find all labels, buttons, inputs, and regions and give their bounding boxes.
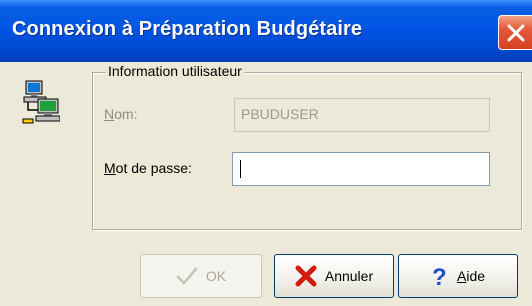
- red-x-icon: [295, 265, 317, 287]
- question-mark-icon: ?: [432, 264, 447, 288]
- close-button[interactable]: [498, 15, 532, 50]
- cancel-button[interactable]: Annuler: [274, 254, 394, 298]
- close-icon: [507, 24, 525, 42]
- text-caret: [240, 160, 241, 178]
- password-label-text: ot de passe:: [115, 160, 192, 176]
- window-title: Connexion à Préparation Budgétaire: [12, 18, 363, 40]
- nom-label: Nom:: [104, 106, 137, 122]
- cancel-label: Annuler: [324, 268, 374, 284]
- nom-accelerator: N: [104, 106, 115, 122]
- help-label-text: ide: [466, 268, 486, 284]
- password-accelerator: M: [104, 160, 116, 176]
- nom-label-text: om:: [114, 106, 138, 122]
- help-button[interactable]: ? Aide: [398, 254, 518, 298]
- user-info-groupbox: [92, 72, 522, 230]
- help-accelerator: A: [456, 268, 467, 284]
- nom-value: PBUDUSER: [241, 106, 319, 122]
- checkmark-icon: [176, 267, 198, 285]
- computer-network-icon: [22, 80, 60, 124]
- help-label: Aide: [457, 268, 485, 284]
- password-field[interactable]: [232, 152, 490, 186]
- group-legend: Information utilisateur: [106, 63, 244, 79]
- login-dialog: Connexion à Préparation Budgétaire Infor…: [0, 0, 532, 306]
- svg-text:?: ?: [432, 264, 447, 288]
- title-bar[interactable]: Connexion à Préparation Budgétaire: [0, 0, 532, 62]
- ok-label: OK: [205, 268, 227, 284]
- ok-button[interactable]: OK: [140, 254, 262, 298]
- password-label: Mot de passe:: [104, 160, 192, 176]
- nom-field[interactable]: PBUDUSER: [234, 98, 490, 132]
